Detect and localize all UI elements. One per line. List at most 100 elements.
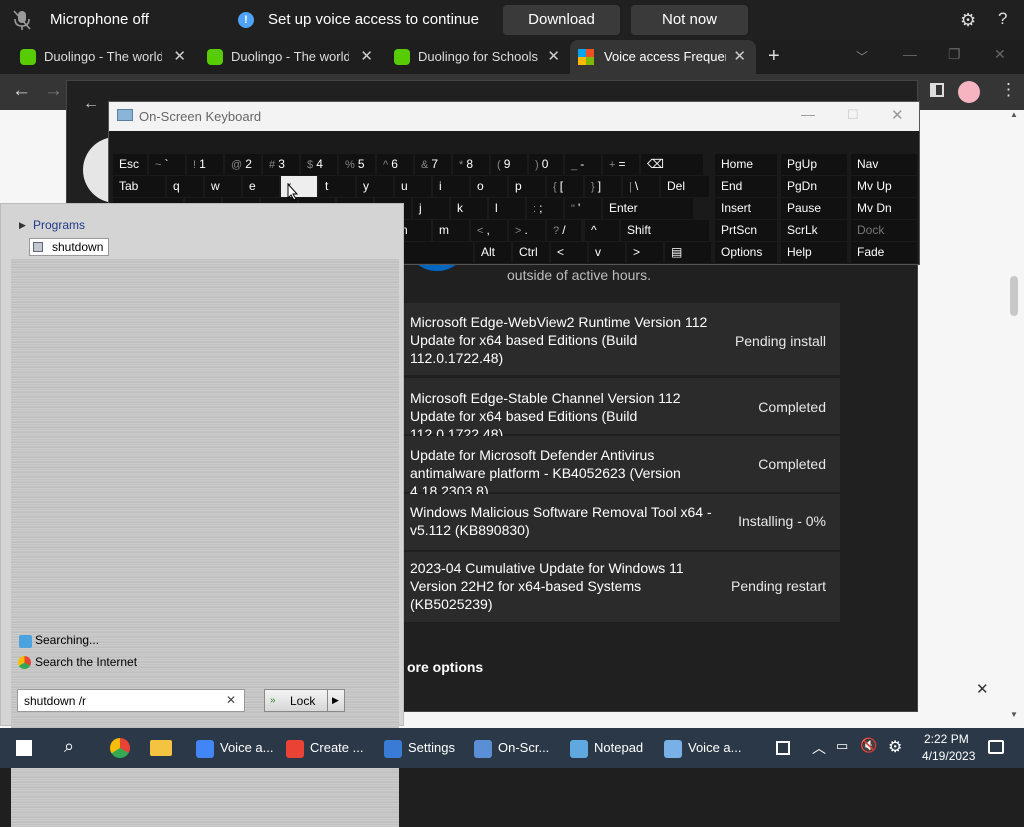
windows-start-icon[interactable] xyxy=(16,740,32,756)
tab-search-chevron-icon[interactable]: ﹀ xyxy=(856,48,868,65)
key-k[interactable]: k xyxy=(451,198,487,219)
close-window-icon[interactable]: ✕ xyxy=(994,46,1006,63)
osk-maximize-icon[interactable]: ☐ xyxy=(847,107,859,123)
close-tab-icon[interactable]: ✕ xyxy=(733,40,746,74)
key-symbol[interactable]: ^ xyxy=(585,220,619,241)
search-input[interactable]: shutdown /r ✕ xyxy=(17,689,245,712)
network-icon[interactable]: ▭ xyxy=(836,738,848,754)
key-mv-dn[interactable]: Mv Dn xyxy=(851,198,917,219)
key-0[interactable]: ) 0 xyxy=(529,154,563,175)
clock-time[interactable]: 2:22 PM xyxy=(924,732,969,746)
avatar[interactable] xyxy=(958,81,980,103)
tab-duolingo-2[interactable]: Duolingo - The world's ✕ xyxy=(207,40,373,74)
settings-gear-icon[interactable]: ⚙ xyxy=(888,737,902,757)
key-v[interactable]: v xyxy=(589,242,625,263)
key-symbol[interactable]: ⌫ xyxy=(641,154,703,175)
key-enter[interactable]: Enter xyxy=(603,198,693,219)
key-u[interactable]: u xyxy=(395,176,431,197)
scroll-down-icon[interactable]: ▼ xyxy=(1010,710,1018,719)
clock-date[interactable]: 4/19/2023 xyxy=(922,749,975,763)
key-prtscn[interactable]: PrtScn xyxy=(715,220,777,241)
key-j[interactable]: j xyxy=(413,198,449,219)
key-pgup[interactable]: PgUp xyxy=(781,154,847,175)
tab-voice-access[interactable]: Voice access Frequently ✕ xyxy=(570,40,756,74)
notifications-icon[interactable] xyxy=(988,740,1004,754)
close-tab-icon[interactable]: ✕ xyxy=(547,40,560,74)
key-symbol[interactable]: } ] xyxy=(585,176,621,197)
key-symbol[interactable]: : ; xyxy=(527,198,563,219)
key-o[interactable]: o xyxy=(471,176,507,197)
key-1[interactable]: ! 1 xyxy=(187,154,223,175)
key-e[interactable]: e xyxy=(243,176,279,197)
close-tab-icon[interactable]: ✕ xyxy=(360,40,373,74)
key-dock[interactable]: Dock xyxy=(851,220,917,241)
close-tab-icon[interactable]: ✕ xyxy=(173,40,186,74)
forward-arrow-icon[interactable]: → xyxy=(44,80,63,102)
key-symbol[interactable]: ▤ xyxy=(665,242,711,263)
key-m[interactable]: m xyxy=(433,220,469,241)
search-result-item[interactable]: shutdown xyxy=(29,238,109,256)
key-5[interactable]: % 5 xyxy=(339,154,375,175)
key-4[interactable]: $ 4 xyxy=(301,154,337,175)
restore-icon[interactable]: ❐ xyxy=(948,46,961,63)
minimize-icon[interactable]: — xyxy=(903,46,917,62)
key-nav[interactable]: Nav xyxy=(851,154,917,175)
new-tab-icon[interactable]: + xyxy=(768,45,780,68)
gear-icon[interactable]: ⚙ xyxy=(960,10,976,31)
key-y[interactable]: y xyxy=(357,176,393,197)
key-t[interactable]: t xyxy=(319,176,355,197)
clear-search-icon[interactable]: ✕ xyxy=(226,693,236,707)
key-6[interactable]: ^ 6 xyxy=(377,154,413,175)
key-ctrl[interactable]: Ctrl xyxy=(513,242,549,263)
key-q[interactable]: q xyxy=(167,176,203,197)
tab-duolingo-schools[interactable]: Duolingo for Schools ✕ xyxy=(394,40,560,74)
key-help[interactable]: Help xyxy=(781,242,847,263)
key-w[interactable]: w xyxy=(205,176,241,197)
settings-back-icon[interactable]: ← xyxy=(83,95,99,113)
expand-triangle-icon[interactable]: ▶ xyxy=(19,220,26,231)
key-pgdn[interactable]: PgDn xyxy=(781,176,847,197)
task-view-icon[interactable] xyxy=(776,741,790,755)
key-symbol[interactable]: > . xyxy=(509,220,545,241)
key-symbol[interactable]: _ - xyxy=(565,154,601,175)
key-3[interactable]: # 3 xyxy=(263,154,299,175)
close-banner-icon[interactable]: ✕ xyxy=(976,680,989,698)
key-symbol[interactable]: > xyxy=(627,242,663,263)
key-9[interactable]: ( 9 xyxy=(491,154,527,175)
key-insert[interactable]: Insert xyxy=(715,198,777,219)
key-symbol[interactable]: { [ xyxy=(547,176,583,197)
key-2[interactable]: @ 2 xyxy=(225,154,261,175)
page-scrollbar[interactable] xyxy=(1010,276,1018,316)
key-symbol[interactable]: < xyxy=(551,242,587,263)
key-tab[interactable]: Tab xyxy=(113,176,165,197)
volume-muted-icon[interactable]: 🔇 xyxy=(860,737,877,754)
key-alt[interactable]: Alt xyxy=(475,242,511,263)
key-symbol[interactable]: ~ ` xyxy=(149,154,185,175)
lock-button[interactable]: » Lock xyxy=(264,689,328,712)
menu-kebab-icon[interactable]: ⋮ xyxy=(1000,80,1017,100)
back-arrow-icon[interactable]: ← xyxy=(12,80,31,102)
key-p[interactable]: p xyxy=(509,176,545,197)
scroll-up-icon[interactable]: ▲ xyxy=(1010,110,1018,119)
not-now-button[interactable]: Not now xyxy=(631,5,748,35)
search-icon[interactable]: ⌕ xyxy=(64,736,74,757)
key-home[interactable]: Home xyxy=(715,154,777,175)
search-internet-link[interactable]: Search the Internet xyxy=(35,655,137,669)
chevron-up-icon[interactable]: ︿ xyxy=(812,738,826,758)
key-options[interactable]: Options xyxy=(715,242,777,263)
key-symbol[interactable]: + = xyxy=(603,154,639,175)
key-symbol[interactable]: | \ xyxy=(623,176,659,197)
key-l[interactable]: l xyxy=(489,198,525,219)
chrome-taskbar-icon[interactable] xyxy=(110,738,130,758)
key-del[interactable]: Del xyxy=(661,176,709,197)
tab-duolingo-1[interactable]: Duolingo - The world's ✕ xyxy=(20,40,186,74)
sidebar-icon[interactable] xyxy=(930,83,944,97)
microphone-off-icon[interactable] xyxy=(12,9,32,31)
power-options-button[interactable]: ▶ xyxy=(327,689,345,712)
key-pause[interactable]: Pause xyxy=(781,198,847,219)
key-i[interactable]: i xyxy=(433,176,469,197)
key-7[interactable]: & 7 xyxy=(415,154,451,175)
key-esc[interactable]: Esc xyxy=(113,154,147,175)
file-explorer-icon[interactable] xyxy=(150,740,172,756)
key-symbol[interactable]: < , xyxy=(471,220,507,241)
